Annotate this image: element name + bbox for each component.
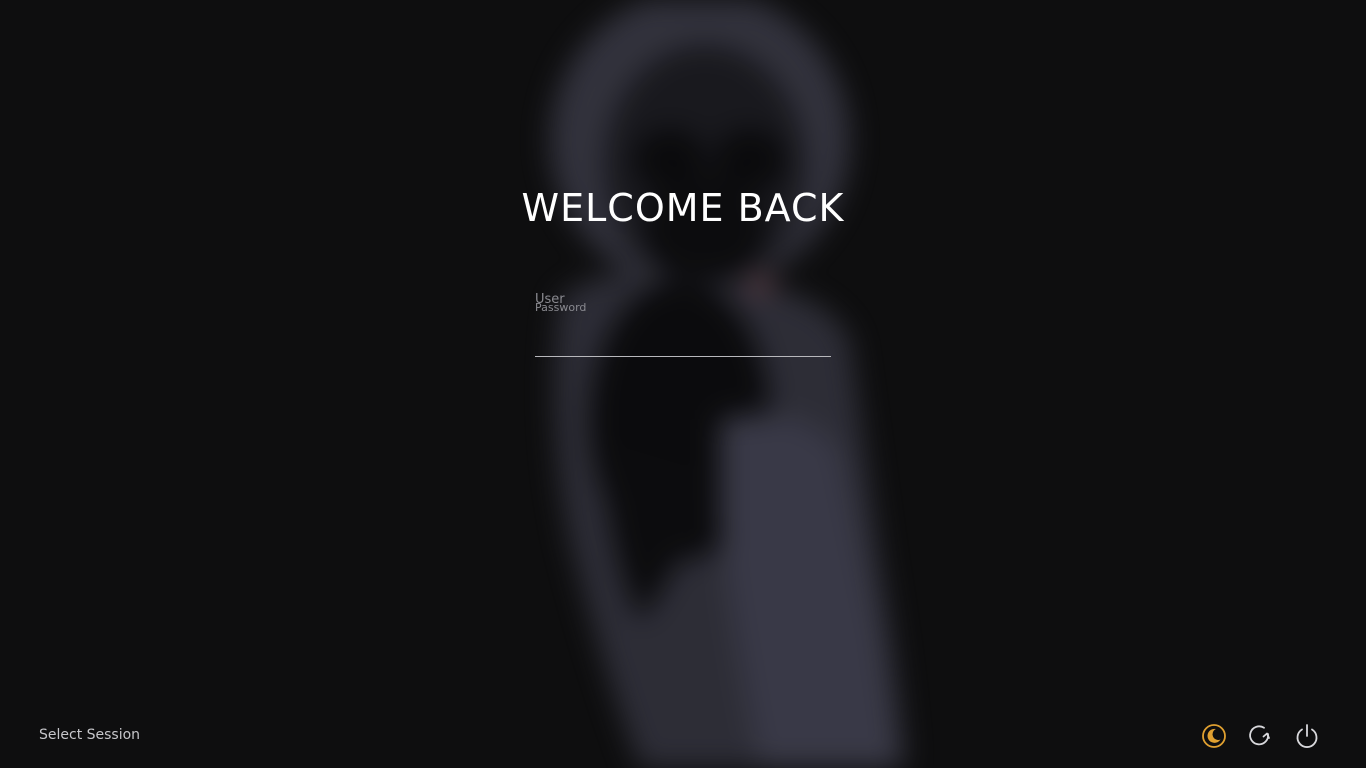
restart-button[interactable] (1245, 721, 1275, 751)
password-label: Password (535, 301, 587, 314)
welcome-title: WELCOME BACK (521, 186, 845, 230)
moon-icon (1202, 724, 1226, 748)
password-input[interactable] (535, 314, 831, 357)
power-controls (1198, 721, 1328, 751)
select-session-button[interactable]: Select Session (39, 727, 140, 743)
login-screen: WELCOME BACK User Password Select Sessio… (0, 0, 1366, 768)
background-wallpaper (550, 0, 905, 768)
suspend-button[interactable] (1199, 721, 1229, 751)
login-form: User Password (535, 290, 831, 358)
shutdown-button[interactable] (1292, 721, 1322, 751)
power-icon (1296, 724, 1318, 748)
restart-icon (1249, 725, 1270, 746)
